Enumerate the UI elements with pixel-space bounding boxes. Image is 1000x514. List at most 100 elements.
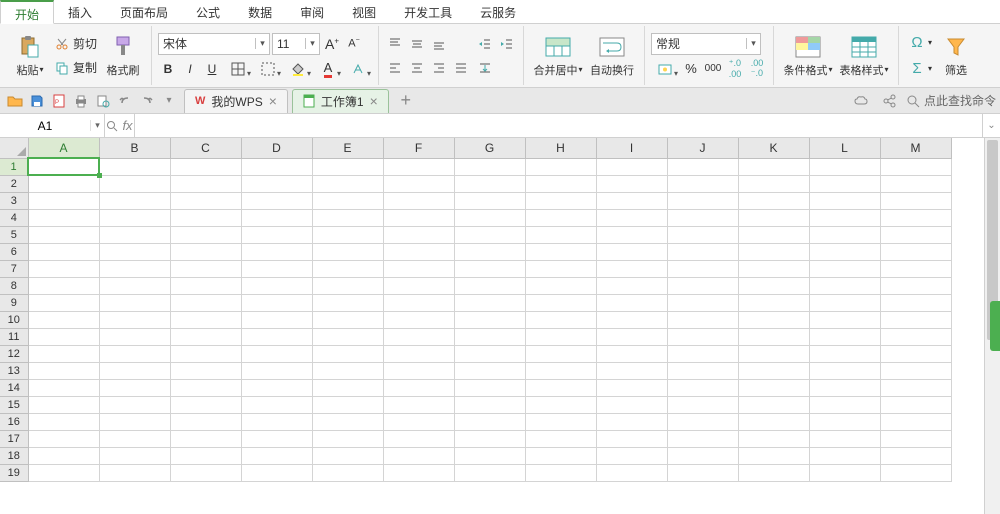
cell[interactable] [454, 226, 525, 243]
search-command-button[interactable]: 点此查找命令 [906, 92, 996, 109]
cell[interactable] [667, 447, 738, 464]
cell[interactable] [596, 192, 667, 209]
menu-tab-6[interactable]: 视图 [338, 0, 390, 23]
cell[interactable] [880, 311, 951, 328]
cell[interactable] [28, 226, 99, 243]
close-icon[interactable]: × [370, 93, 378, 109]
cell[interactable] [312, 345, 383, 362]
cell[interactable] [596, 447, 667, 464]
cell[interactable] [383, 311, 454, 328]
cell[interactable] [99, 243, 170, 260]
cell[interactable] [170, 175, 241, 192]
cell[interactable] [312, 362, 383, 379]
cell[interactable] [454, 413, 525, 430]
cell[interactable] [28, 362, 99, 379]
cell[interactable] [809, 158, 880, 175]
cell[interactable] [170, 192, 241, 209]
cell[interactable] [596, 430, 667, 447]
cell[interactable] [454, 243, 525, 260]
cell[interactable] [738, 345, 809, 362]
menu-tab-5[interactable]: 审阅 [286, 0, 338, 23]
cell[interactable] [241, 413, 312, 430]
phonetic-button[interactable]: ▾ [344, 59, 372, 79]
cell[interactable] [738, 226, 809, 243]
row-header[interactable]: 17 [0, 430, 28, 447]
cell[interactable] [28, 260, 99, 277]
percent-button[interactable]: % [681, 59, 701, 79]
column-header[interactable]: A [28, 138, 99, 158]
open-button[interactable] [5, 91, 25, 111]
export-pdf-button[interactable]: P [49, 91, 69, 111]
cell[interactable] [809, 192, 880, 209]
cell[interactable] [880, 464, 951, 481]
cell-style-button[interactable]: ▾ [254, 59, 282, 79]
column-header[interactable]: L [809, 138, 880, 158]
cell[interactable] [809, 209, 880, 226]
cell[interactable] [383, 209, 454, 226]
cell[interactable] [738, 209, 809, 226]
cell[interactable] [880, 345, 951, 362]
underline-button[interactable]: U [202, 59, 222, 79]
cell[interactable] [99, 209, 170, 226]
cut-button[interactable]: 剪切 [50, 33, 101, 55]
cell[interactable] [809, 294, 880, 311]
cell[interactable] [170, 464, 241, 481]
cell[interactable] [312, 430, 383, 447]
cell[interactable] [383, 175, 454, 192]
row-header[interactable]: 5 [0, 226, 28, 243]
border-button[interactable]: ▾ [224, 59, 252, 79]
cell[interactable] [241, 379, 312, 396]
cell[interactable] [880, 447, 951, 464]
cell[interactable] [525, 158, 596, 175]
cell[interactable] [383, 464, 454, 481]
cell[interactable] [454, 175, 525, 192]
cell[interactable] [241, 362, 312, 379]
column-header[interactable]: J [667, 138, 738, 158]
cell[interactable] [667, 260, 738, 277]
row-header[interactable]: 18 [0, 447, 28, 464]
select-all-corner[interactable] [0, 138, 28, 158]
increase-indent-button[interactable] [497, 34, 517, 54]
cell[interactable] [880, 192, 951, 209]
row-header[interactable]: 7 [0, 260, 28, 277]
cell[interactable] [99, 430, 170, 447]
column-header[interactable]: F [383, 138, 454, 158]
cell[interactable] [596, 311, 667, 328]
cell[interactable] [312, 209, 383, 226]
cell[interactable] [809, 447, 880, 464]
cell[interactable] [454, 345, 525, 362]
cell[interactable] [809, 277, 880, 294]
cell[interactable] [880, 294, 951, 311]
cell[interactable] [241, 464, 312, 481]
cell[interactable] [525, 294, 596, 311]
cell[interactable] [880, 209, 951, 226]
cell[interactable] [454, 192, 525, 209]
cell[interactable] [525, 192, 596, 209]
cell[interactable] [454, 430, 525, 447]
cell[interactable] [454, 328, 525, 345]
cell[interactable] [170, 277, 241, 294]
cell[interactable] [880, 260, 951, 277]
cell[interactable] [99, 311, 170, 328]
cell[interactable] [525, 396, 596, 413]
cell[interactable] [880, 430, 951, 447]
cell[interactable] [241, 328, 312, 345]
column-header[interactable]: B [99, 138, 170, 158]
cell[interactable] [241, 158, 312, 175]
cell[interactable] [312, 311, 383, 328]
wrap-text-button[interactable]: 自动换行 [586, 28, 638, 84]
cell[interactable] [667, 277, 738, 294]
cell[interactable] [667, 345, 738, 362]
cell[interactable] [170, 226, 241, 243]
cell[interactable] [454, 158, 525, 175]
cell[interactable] [667, 413, 738, 430]
cell[interactable] [99, 294, 170, 311]
cell[interactable] [738, 328, 809, 345]
cell[interactable] [809, 464, 880, 481]
align-bottom-button[interactable] [429, 34, 449, 54]
cell[interactable] [170, 328, 241, 345]
decrease-decimal-button[interactable]: .00⁻.0 [747, 59, 767, 79]
menu-tab-0[interactable]: 开始 [0, 0, 54, 24]
cell[interactable] [596, 379, 667, 396]
cell[interactable] [383, 430, 454, 447]
